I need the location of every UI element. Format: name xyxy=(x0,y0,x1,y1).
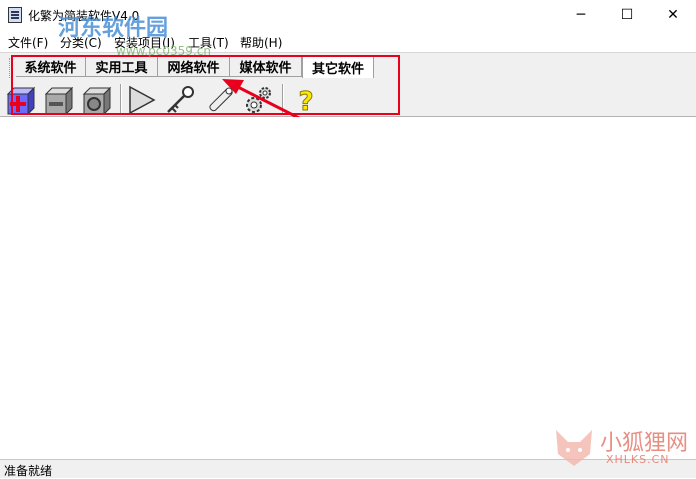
watermark-url: www.pc0359.cn xyxy=(116,44,211,58)
software-list-area[interactable] xyxy=(0,117,696,457)
watermark-url: XHLKS.CN xyxy=(606,453,670,466)
fox-logo-icon xyxy=(556,430,592,466)
status-text: 准备就绪 xyxy=(4,464,53,478)
watermark-text: 河东软件园 xyxy=(58,15,169,41)
